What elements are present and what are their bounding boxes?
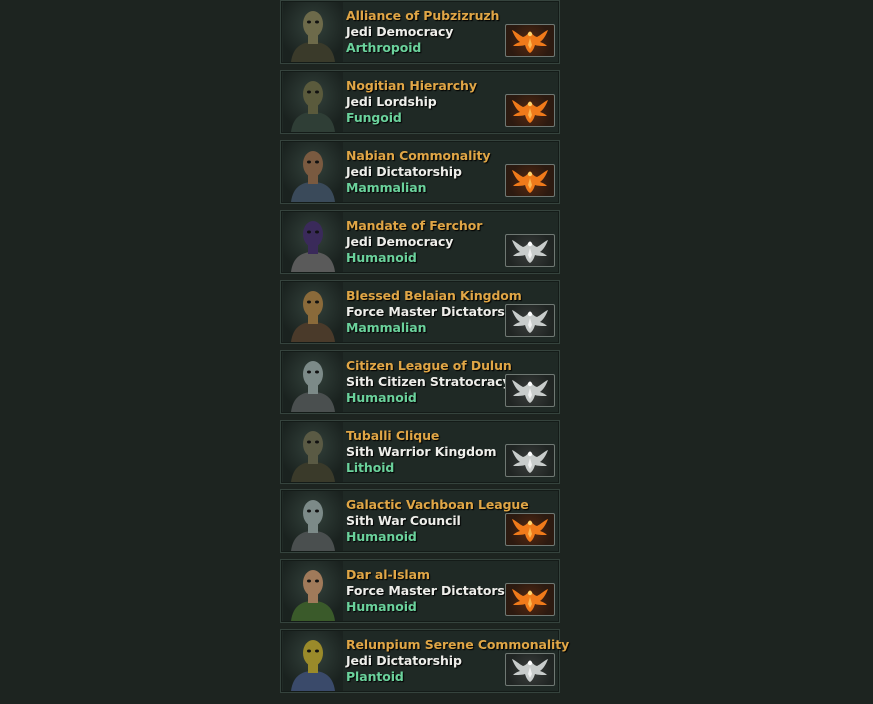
phoenix-emblem-icon[interactable] — [505, 583, 555, 616]
species-portrait — [283, 282, 343, 342]
empire-name: Relunpium Serene Commonality — [346, 637, 570, 652]
species-portrait — [283, 561, 343, 621]
empire-row[interactable]: Nogitian Hierarchy Jedi Lordship Fungoid — [280, 70, 560, 134]
species-portrait — [283, 352, 343, 412]
empire-row[interactable]: Alliance of Pubzizruzh Jedi Democracy Ar… — [280, 0, 560, 64]
empire-row[interactable]: Nabian Commonality Jedi Dictatorship Mam… — [280, 140, 560, 204]
empire-row[interactable]: Mandate of Ferchor Jedi Democracy Humano… — [280, 210, 560, 274]
empire-name: Citizen League of Dulun — [346, 358, 512, 373]
empire-name: Tuballi Clique — [346, 428, 440, 443]
empire-row[interactable]: Blessed Belaian Kingdom Force Master Dic… — [280, 280, 560, 344]
empire-name: Dar al-Islam — [346, 567, 430, 582]
species-portrait — [283, 142, 343, 202]
empire-row[interactable]: Tuballi Clique Sith Warrior Kingdom Lith… — [280, 420, 560, 484]
empire-row[interactable]: Galactic Vachboan League Sith War Counci… — [280, 489, 560, 553]
species-portrait — [283, 72, 343, 132]
species-portrait — [283, 631, 343, 691]
phoenix-emblem-icon[interactable] — [505, 234, 555, 267]
phoenix-emblem-icon[interactable] — [505, 653, 555, 686]
empire-name: Galactic Vachboan League — [346, 497, 529, 512]
empire-name: Nabian Commonality — [346, 148, 491, 163]
species-portrait — [283, 491, 343, 551]
phoenix-emblem-icon[interactable] — [505, 164, 555, 197]
empire-row[interactable]: Dar al-Islam Force Master Dictatorship H… — [280, 559, 560, 623]
species-portrait — [283, 422, 343, 482]
empire-name: Blessed Belaian Kingdom — [346, 288, 522, 303]
empire-name: Alliance of Pubzizruzh — [346, 8, 500, 23]
phoenix-emblem-icon[interactable] — [505, 444, 555, 477]
empire-name: Nogitian Hierarchy — [346, 78, 477, 93]
phoenix-emblem-icon[interactable] — [505, 374, 555, 407]
phoenix-emblem-icon[interactable] — [505, 94, 555, 127]
phoenix-emblem-icon[interactable] — [505, 304, 555, 337]
empire-row[interactable]: Citizen League of Dulun Sith Citizen Str… — [280, 350, 560, 414]
phoenix-emblem-icon[interactable] — [505, 24, 555, 57]
empire-row[interactable]: Relunpium Serene Commonality Jedi Dictat… — [280, 629, 570, 693]
species-portrait — [283, 2, 343, 62]
phoenix-emblem-icon[interactable] — [505, 513, 555, 546]
empire-name: Mandate of Ferchor — [346, 218, 483, 233]
species-portrait — [283, 212, 343, 272]
